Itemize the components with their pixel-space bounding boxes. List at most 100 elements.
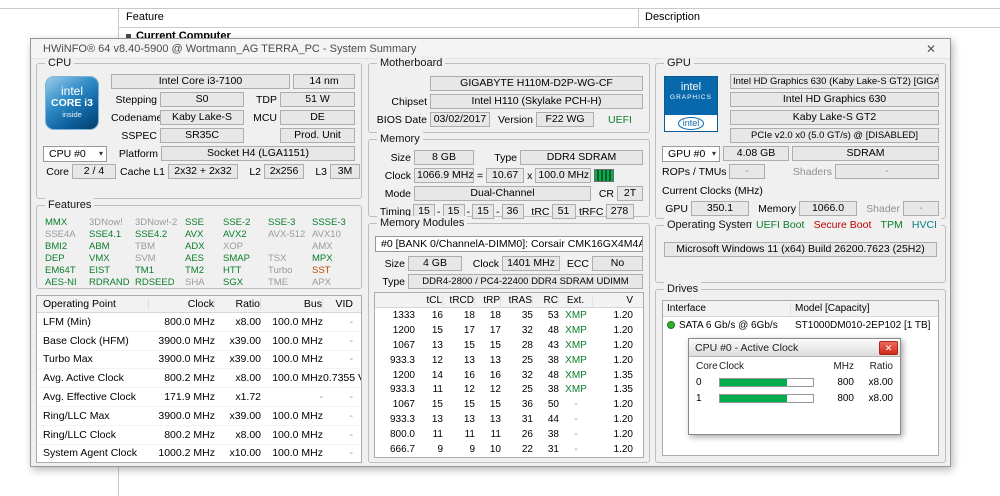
table-cell: 800.0 MHz xyxy=(164,315,215,328)
gpu-adapter-field: Intel HD Graphics 630 (Kaby Lake-S GT2) … xyxy=(730,74,939,89)
popup-titlebar[interactable]: CPU #0 - Active Clock xyxy=(689,339,900,357)
core-label: Core xyxy=(46,165,69,178)
table-cell: 1000.2 MHz xyxy=(158,447,215,460)
table-row[interactable]: 1067 13 15 15 28 43 XMP 1.20 xyxy=(375,338,643,353)
gpu-clock-field: 350.1 xyxy=(691,201,749,216)
background-column-divider xyxy=(638,8,639,27)
memory-module-selector[interactable]: #0 [BANK 0/ChannelA-DIMM0]: Corsair CMK1… xyxy=(375,236,643,252)
intel-graphics-badge: intel GRAPHICS intel xyxy=(664,76,718,132)
window-titlebar[interactable]: HWiNFO® 64 v8.40-5900 @ Wortmann_AG TERR… xyxy=(31,39,950,59)
table-cell: 35 xyxy=(521,309,533,321)
memory-modules-section: Memory Modules #0 [BANK 0/ChannelA-DIMM0… xyxy=(368,216,650,463)
table-row[interactable]: Ring/LLC Clock 800.2 MHz x8.00 100.0 MHz - xyxy=(37,426,361,445)
hvci-badge: HVCI xyxy=(911,219,937,231)
table-cell: 1200 xyxy=(392,369,415,381)
table-cell: 1.35 xyxy=(613,384,633,396)
table-row[interactable]: 933.3 13 13 13 31 44 - 1.20 xyxy=(375,412,643,427)
multiply-sign: x xyxy=(527,169,533,182)
table-row[interactable]: 933.3 12 13 13 25 38 XMP 1.20 xyxy=(375,353,643,368)
table-cell: - xyxy=(349,391,354,404)
table-cell: 100.0 MHz xyxy=(272,315,323,328)
table-row[interactable]: 666.7 9 9 10 22 31 - 1.20 xyxy=(375,442,643,457)
table-row[interactable]: LFM (Min) 800.0 MHz x8.00 100.0 MHz - xyxy=(37,313,361,332)
core-i3-logo-text: CORE i3 xyxy=(50,97,93,109)
table-cell: 100.0 MHz xyxy=(272,447,323,460)
table-cell: - xyxy=(349,447,354,460)
table-cell: 43 xyxy=(547,339,559,351)
cpu-selector[interactable]: CPU #0 xyxy=(43,145,107,162)
timing-tras-field: 36 xyxy=(501,204,524,219)
table-row[interactable]: Avg. Effective Clock 171.9 MHz x1.72 - - xyxy=(37,388,361,407)
table-row[interactable]: 933.3 11 12 12 25 38 XMP 1.35 xyxy=(375,382,643,397)
column-header: Ratio xyxy=(215,298,261,310)
table-row[interactable]: 800.0 11 11 11 26 38 - 1.20 xyxy=(375,427,643,442)
cpu-feature-SSSE-3: SSSE-3 xyxy=(312,217,346,228)
cpu-feature-APX: APX xyxy=(312,277,332,288)
table-row[interactable]: System Agent Clock 1000.2 MHz x10.00 100.0 … xyxy=(37,445,361,462)
table-row[interactable]: 1333 16 18 18 35 53 XMP 1.20 xyxy=(375,308,643,323)
table-row[interactable]: Avg. Active Clock 800.2 MHz x8.00 100.0 MHz… xyxy=(37,369,361,389)
bios-version-field: F22 WG xyxy=(536,112,594,127)
table-cell: 36 xyxy=(521,399,533,411)
cpu-feature-TSX: TSX xyxy=(268,253,287,264)
cache-l1-field: 2x32 + 2x32 xyxy=(168,164,238,179)
bios-version-label: Version xyxy=(497,113,533,126)
close-icon[interactable] xyxy=(916,42,946,56)
table-row[interactable]: 1200 14 16 16 32 48 XMP 1.35 xyxy=(375,368,643,383)
ratio-column-header: Ratio xyxy=(869,361,893,372)
chipset-field: Intel H110 (Skylake PCH-H) xyxy=(430,94,643,109)
clock-bar-track xyxy=(719,393,814,403)
table-row[interactable]: 1067 15 15 15 36 50 - 1.20 xyxy=(375,397,643,412)
active-clock-popup: CPU #0 - Active Clock Core Clock MHz Rat… xyxy=(688,338,901,435)
cpu-feature-Turbo: Turbo xyxy=(268,265,293,276)
core-clock-row: 0 800 x8.00 xyxy=(689,374,900,390)
table-cell: 12 xyxy=(431,354,443,366)
table-cell: - xyxy=(574,443,578,455)
memory-clock-field: 1066.9 MHz xyxy=(414,168,474,183)
cpu-features-grid: MMX 3DNow! 3DNow!-2 SSE SSE-2 SSE-3 SSSE-3 SSE4… xyxy=(37,206,361,292)
column-header: tRP xyxy=(475,294,501,306)
cpu-feature-AES-NI: AES-NI xyxy=(45,277,77,288)
drive-row[interactable]: SATA 6 Gb/s @ 6Gb/s ST1000DM010-2EP102 [… xyxy=(663,317,938,333)
cpu-feature-MPX: MPX xyxy=(312,253,333,264)
core-ratio: x8.00 xyxy=(868,392,893,404)
cpu-feature-ADX: ADX xyxy=(185,241,205,252)
table-cell: 11 xyxy=(490,429,501,441)
table-cell: 1.20 xyxy=(613,443,633,455)
table-cell: - xyxy=(574,429,578,441)
intel-logo-text: intel xyxy=(60,84,83,98)
table-header-row: Interface Model [Capacity] xyxy=(663,301,938,317)
table-cell: 18 xyxy=(463,309,475,321)
table-row[interactable]: Turbo Max 3900.0 MHz x39.00 100.0 MHz - xyxy=(37,351,361,370)
table-row[interactable]: Base Clock (HFM) 3900.0 MHz x39.00 100.0 MH… xyxy=(37,332,361,351)
table-cell: 48 xyxy=(547,369,559,381)
table-row[interactable]: 1200 15 17 17 32 48 XMP 1.20 xyxy=(375,323,643,338)
column-header: Bus xyxy=(261,298,323,310)
table-cell: 17 xyxy=(489,324,501,336)
intel-logo-text: intel xyxy=(680,81,702,93)
table-row[interactable]: Ring/LLC Max 3900.0 MHz x39.00 100.0 MHz - xyxy=(37,407,361,426)
column-header: tRCD xyxy=(443,294,475,306)
shader-clock-label: Shader xyxy=(866,202,900,215)
table-cell: 9 xyxy=(469,443,475,455)
table-cell: 100.0 MHz xyxy=(272,428,323,441)
table-cell: 1.20 xyxy=(613,339,633,351)
mcu-field: DE xyxy=(280,110,355,125)
gpu-memory-size-field: 4.08 GB xyxy=(723,146,789,161)
cpu-feature-AES: AES xyxy=(185,253,205,264)
gpu-name-field: Intel HD Graphics 630 xyxy=(730,92,939,107)
memory-section-label: Memory xyxy=(377,132,423,147)
close-icon[interactable] xyxy=(879,340,898,355)
table-cell: 3900.0 MHz xyxy=(158,409,215,422)
shader-clock-field: - xyxy=(903,201,939,216)
drive-interface: SATA 6 Gb/s @ 6Gb/s xyxy=(679,319,778,331)
gpu-selector[interactable]: GPU #0 xyxy=(662,145,720,162)
table-cell: 32 xyxy=(521,369,533,381)
drives-section-label: Drives xyxy=(664,282,702,297)
table-cell: 1.20 xyxy=(613,429,633,441)
table-cell: XMP xyxy=(565,339,587,351)
table-cell: 13 xyxy=(431,414,443,426)
cpu-feature-RDRAND: RDRAND xyxy=(89,277,130,288)
motherboard-section: Motherboard GIGABYTE H110M-D2P-WG-CF Chi… xyxy=(368,56,650,133)
table-cell: XMP xyxy=(565,369,587,381)
